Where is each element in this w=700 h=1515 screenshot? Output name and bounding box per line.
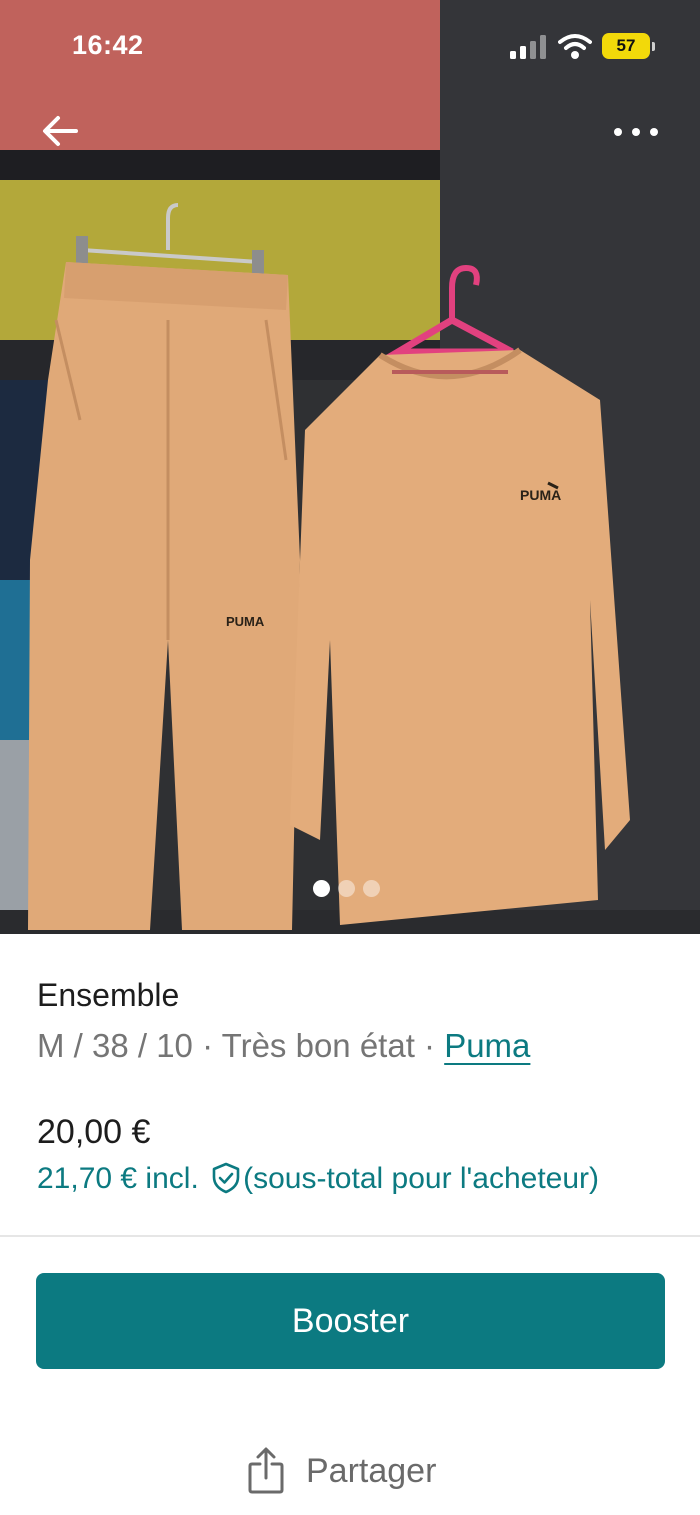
pager-dot[interactable]: [363, 880, 380, 897]
status-time: 16:42: [72, 30, 144, 60]
price-incl-note: (sous-total pour l'acheteur): [243, 1162, 600, 1195]
boost-button[interactable]: Booster: [36, 1273, 665, 1369]
buyer-protection-price[interactable]: 21,70 € incl. (sous-total pour l'acheteu…: [37, 1162, 667, 1196]
item-photo: PUMA PUMA: [0, 0, 700, 934]
shield-check-icon: [212, 1162, 240, 1194]
battery-icon: 57: [602, 33, 655, 59]
more-options-icon: [614, 128, 658, 136]
share-icon: [248, 1447, 284, 1494]
item-size-condition: M / 38 / 10 · Très bon état ·: [37, 1027, 445, 1064]
item-title: Ensemble: [37, 977, 180, 1013]
item-attributes: M / 38 / 10 · Très bon état · Puma: [37, 1027, 530, 1065]
signal-icon: [510, 35, 546, 59]
pager-dot[interactable]: [313, 880, 330, 897]
brand-link[interactable]: Puma: [444, 1027, 530, 1064]
share-label: Partager: [306, 1451, 437, 1490]
photo-pager: [313, 880, 380, 897]
pager-dot[interactable]: [338, 880, 355, 897]
svg-text:PUMA: PUMA: [226, 614, 265, 629]
more-options-button[interactable]: [604, 110, 670, 154]
status-bar: 16:42 57: [0, 0, 700, 96]
battery-level: 57: [616, 36, 636, 55]
item-photo-carousel[interactable]: PUMA PUMA 16:42 57: [0, 0, 700, 934]
svg-text:PUMA: PUMA: [520, 487, 561, 503]
item-price: 20,00 €: [37, 1113, 151, 1151]
wifi-icon: [558, 34, 592, 59]
price-incl: 21,70 € incl.: [37, 1162, 199, 1195]
divider: [0, 1235, 700, 1237]
back-arrow-icon: [43, 116, 78, 146]
back-button[interactable]: [34, 106, 90, 156]
share-button[interactable]: Partager: [246, 1438, 436, 1504]
